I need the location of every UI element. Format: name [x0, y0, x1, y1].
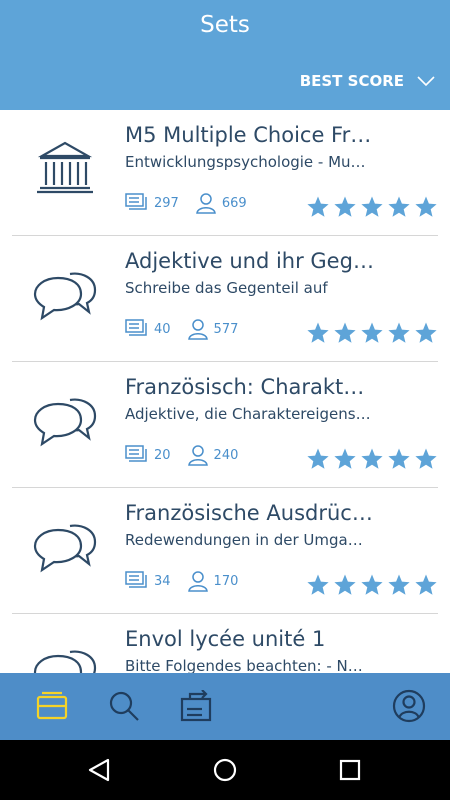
star-icon	[388, 322, 410, 343]
star-icon	[361, 196, 383, 217]
user-count: 577	[213, 321, 239, 337]
star-icon	[388, 448, 410, 469]
star-icon	[307, 448, 329, 469]
nav-sets-button[interactable]	[33, 687, 71, 725]
term-count: 20	[154, 447, 171, 463]
set-title: M5 Multiple Choice Fr…	[125, 123, 372, 147]
sort-dropdown[interactable]: BEST SCORE	[300, 72, 436, 90]
speech-bubbles-icon	[33, 650, 97, 673]
term-count: 40	[154, 321, 171, 337]
sets-tab-icon	[36, 691, 68, 720]
android-system-bar	[0, 740, 450, 800]
rating-stars	[306, 195, 438, 219]
screen: Sets BEST SCORE M5 Multiple Choice Fr… E…	[0, 0, 450, 800]
set-title: Envol lycée unité 1	[125, 627, 326, 651]
speech-bubbles-icon	[33, 398, 97, 447]
user-count: 170	[213, 573, 239, 589]
star-icon	[334, 448, 356, 469]
rating-stars	[306, 321, 438, 345]
user-icon	[187, 571, 208, 592]
set-stats: 20 240	[125, 444, 238, 466]
star-icon	[388, 574, 410, 595]
home-icon[interactable]	[212, 757, 238, 783]
star-icon	[388, 196, 410, 217]
user-count: 240	[213, 447, 239, 463]
star-icon	[415, 574, 437, 595]
star-icon	[307, 574, 329, 595]
search-icon	[109, 691, 139, 721]
star-icon	[307, 196, 329, 217]
museum-icon	[37, 141, 93, 194]
star-icon	[415, 196, 437, 217]
set-list-item[interactable]: M5 Multiple Choice Fr… Entwicklungspsych…	[12, 110, 438, 236]
rating-stars	[306, 447, 438, 471]
set-list-item[interactable]: Französisch: Charakte… Adjektive, die Ch…	[12, 362, 438, 488]
rating-stars	[306, 573, 438, 597]
set-subtitle: Bitte Folgendes beachten: - N…	[125, 657, 363, 673]
star-icon	[334, 574, 356, 595]
star-icon	[415, 322, 437, 343]
star-icon	[334, 322, 356, 343]
star-icon	[334, 196, 356, 217]
star-icon	[361, 574, 383, 595]
star-icon	[361, 322, 383, 343]
term-count: 34	[154, 573, 171, 589]
back-icon[interactable]	[86, 757, 112, 783]
set-subtitle: Adjektive, die Charaktereigens…	[125, 405, 371, 423]
user-icon	[195, 193, 216, 214]
bottom-navigation	[0, 673, 450, 740]
cards-icon	[125, 571, 147, 588]
star-icon	[307, 322, 329, 343]
set-stats: 40 577	[125, 318, 238, 340]
set-list-item[interactable]: Französische Ausdrüc… Redewendungen in d…	[12, 488, 438, 614]
profile-icon	[392, 689, 426, 723]
set-list-item[interactable]: Adjektive und ihr Gege… Schreibe das Geg…	[12, 236, 438, 362]
set-stats: 34 170	[125, 570, 238, 592]
user-count: 669	[221, 195, 247, 211]
speech-bubbles-icon	[33, 272, 97, 321]
cards-icon	[125, 445, 147, 462]
app-header: Sets BEST SCORE	[0, 0, 450, 110]
set-stats: 297 669	[125, 192, 247, 214]
cards-icon	[125, 319, 147, 336]
user-icon	[187, 445, 208, 466]
set-title: Adjektive und ihr Gege…	[125, 249, 375, 273]
set-subtitle: Redewendungen in der Umga…	[125, 531, 363, 549]
set-list: M5 Multiple Choice Fr… Entwicklungspsych…	[0, 110, 450, 673]
sort-label: BEST SCORE	[299, 72, 404, 90]
nav-search-button[interactable]	[105, 687, 143, 725]
term-count: 297	[154, 195, 179, 211]
set-subtitle: Entwicklungspsychologie - Mu…	[125, 153, 366, 171]
set-title: Französisch: Charakte…	[125, 375, 375, 399]
cards-icon	[125, 193, 147, 210]
set-subtitle: Schreibe das Gegenteil auf	[125, 279, 328, 297]
nav-profile-button[interactable]	[390, 687, 428, 725]
set-title: Französische Ausdrüc…	[125, 501, 373, 525]
recents-icon[interactable]	[337, 757, 363, 783]
nav-import-button[interactable]	[178, 687, 216, 725]
page-title: Sets	[200, 12, 250, 38]
import-icon	[180, 690, 212, 722]
star-icon	[415, 448, 437, 469]
set-list-item[interactable]: Envol lycée unité 1 Bitte Folgendes beac…	[12, 614, 438, 673]
speech-bubbles-icon	[33, 524, 97, 573]
user-icon	[187, 319, 208, 340]
star-icon	[361, 448, 383, 469]
chevron-down-icon	[417, 76, 435, 87]
